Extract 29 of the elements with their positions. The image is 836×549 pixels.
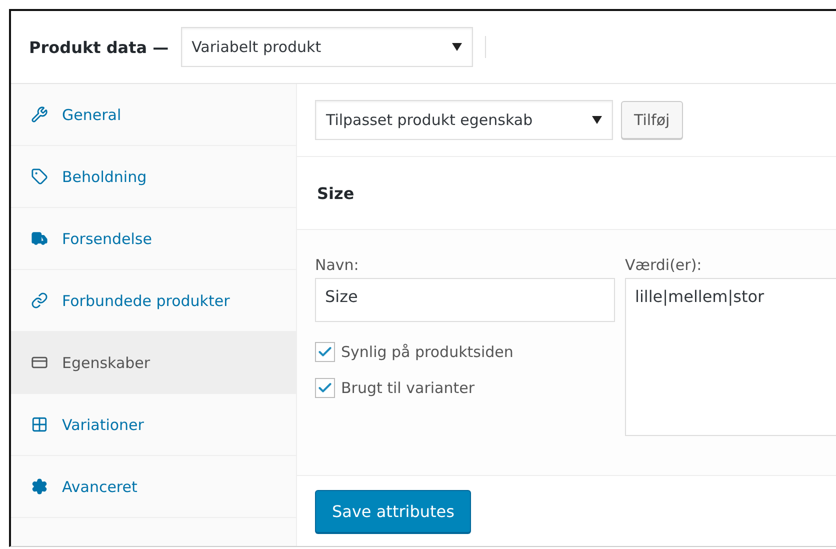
settings-icon [31, 478, 48, 495]
attribute-title: Size [317, 184, 354, 202]
name-label: Navn: [315, 256, 360, 274]
attribute-select[interactable]: Tilpasset produkt egenskab [315, 100, 613, 140]
sidebar-tab[interactable]: General [11, 84, 296, 146]
caret-icon [592, 116, 602, 124]
caret-icon [452, 43, 462, 51]
sidebar-tab[interactable]: Egenskaber [11, 332, 296, 394]
product-type-select[interactable]: Variabelt produkt [180, 27, 473, 67]
checkbox-label: Brugt til varianter [341, 379, 474, 397]
values-field[interactable]: lille|mellem|stor [625, 278, 836, 436]
panel-title: Produkt data — [29, 38, 169, 56]
checkbox[interactable] [315, 342, 335, 362]
save-attributes-button[interactable]: Save attributes [315, 490, 472, 532]
tag-icon [31, 168, 48, 185]
name-field[interactable]: Size [315, 278, 615, 322]
card-icon [31, 354, 48, 371]
wrench-icon [31, 106, 48, 123]
truck-icon [31, 230, 48, 247]
sidebar-tab[interactable]: Forsendelse [11, 208, 296, 270]
checkbox[interactable] [315, 378, 335, 398]
grid-icon [31, 416, 48, 433]
values-label: Værdi(er): [625, 256, 703, 274]
sidebar-tab[interactable]: Variationer [11, 394, 296, 456]
checkbox-label: Synlig på produktsiden [341, 343, 514, 361]
sidebar-tab[interactable]: Avanceret [11, 456, 296, 518]
add-button[interactable]: Tilføj [621, 101, 683, 139]
sidebar-tab[interactable]: Beholdning [11, 146, 296, 208]
link-icon [31, 292, 48, 309]
